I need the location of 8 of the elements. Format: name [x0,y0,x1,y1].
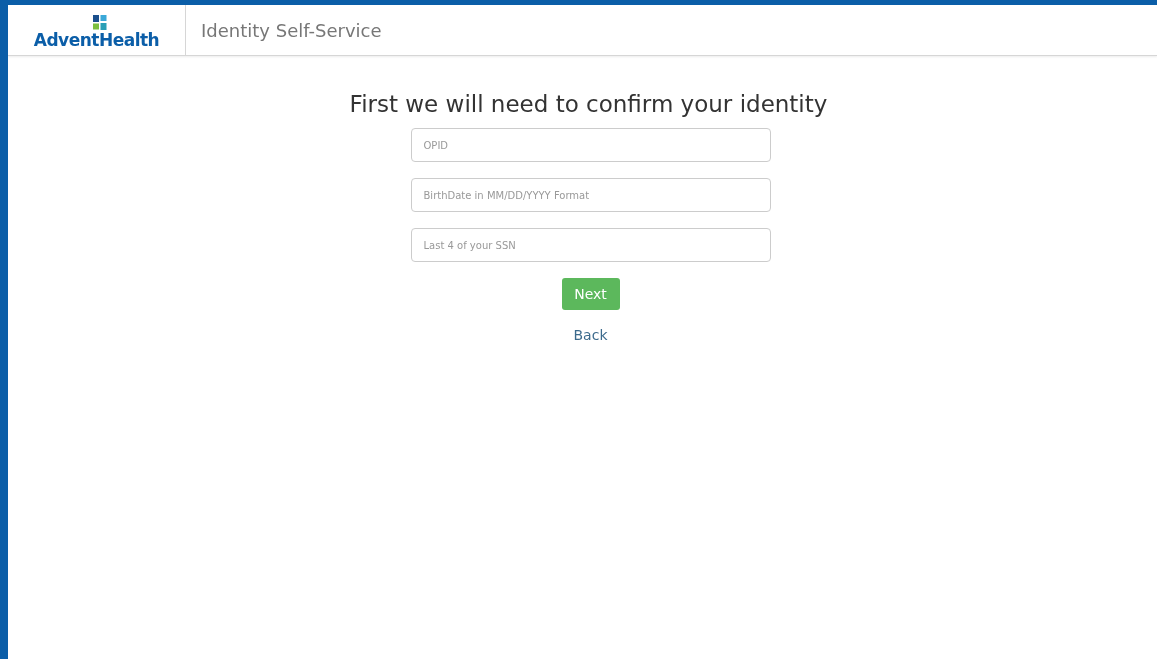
logo-wordmark: AdventHealth [33,32,160,49]
app-title: Identity Self-Service [201,18,382,43]
input-field[interactable]: BirthDate in MM/DD/YYYY Format [410,178,771,212]
back-link[interactable]: Back [573,325,608,346]
input-field[interactable]: Last 4 of your SSN [410,228,771,262]
logo-icon [91,15,108,31]
page-heading: First we will need to confirm your identity [349,90,828,119]
input-field[interactable]: OPID [410,128,771,162]
